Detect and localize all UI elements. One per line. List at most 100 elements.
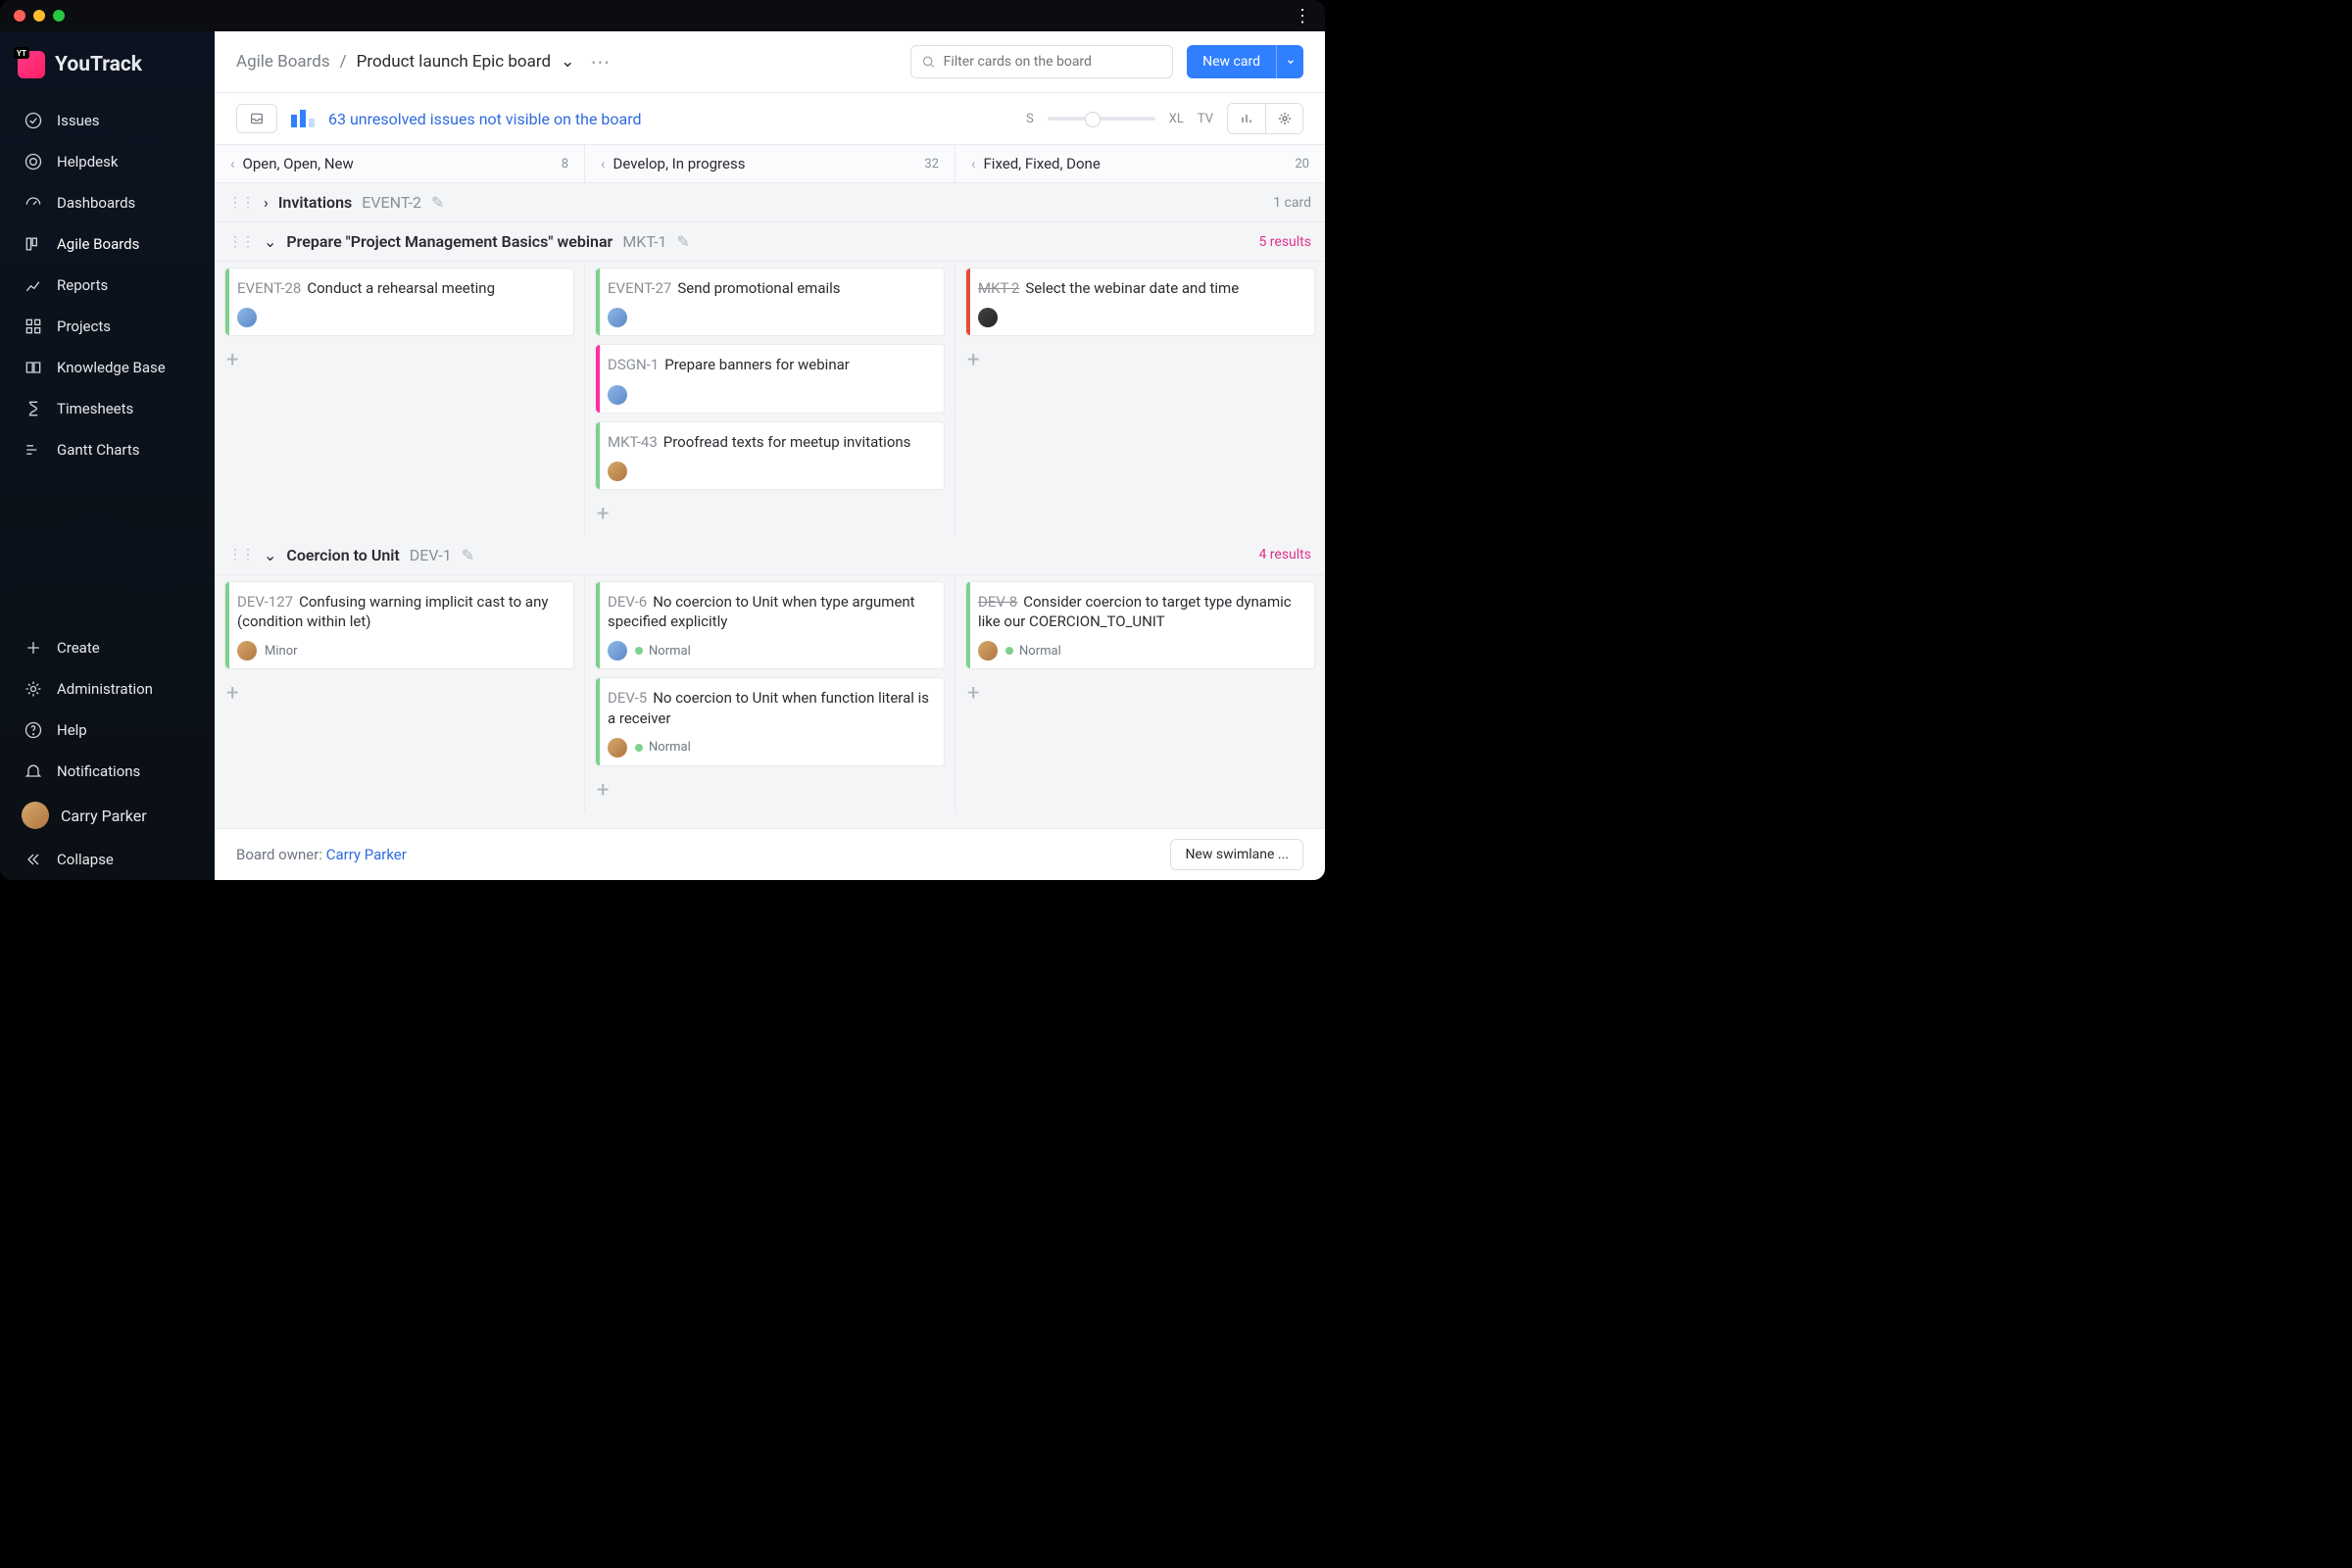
column-count: 20: [1295, 157, 1309, 172]
search-input[interactable]: [910, 45, 1173, 78]
drag-handle-icon[interactable]: ⋮⋮: [228, 547, 254, 563]
new-card-button[interactable]: New card: [1187, 45, 1276, 78]
sidebar-collapse[interactable]: Collapse: [0, 839, 215, 880]
chevron-icon[interactable]: ⌄: [264, 546, 276, 564]
breadcrumb-sep: /: [340, 52, 347, 72]
breadcrumb-root[interactable]: Agile Boards: [236, 52, 330, 72]
edit-icon[interactable]: ✎: [431, 193, 444, 212]
sidebar-item-label: Gantt Charts: [57, 441, 139, 459]
owner-label: Board owner:: [236, 846, 326, 863]
breadcrumb-current[interactable]: Product launch Epic board: [357, 52, 551, 72]
bell-icon: [24, 761, 43, 781]
swimlane-header[interactable]: ⋮⋮⌄Coercion to UnitDEV-1✎4 results: [215, 536, 1325, 575]
size-s-label: S: [1026, 112, 1034, 126]
owner-link[interactable]: Carry Parker: [326, 846, 407, 863]
column-label: Develop, In progress: [613, 155, 746, 172]
card-key: DEV-5: [608, 689, 647, 707]
sidebar-item-issues[interactable]: Issues: [0, 100, 215, 141]
sidebar-item-helpdesk[interactable]: Helpdesk: [0, 141, 215, 182]
chevron-down-icon: [1286, 57, 1296, 67]
more-menu-icon[interactable]: ⋮: [1294, 6, 1311, 26]
swimlane-key: EVENT-2: [362, 193, 421, 212]
sidebar-item-create[interactable]: Create: [0, 627, 215, 668]
column-header[interactable]: ‹Open, Open, New 8: [215, 145, 585, 182]
swimlane-header[interactable]: ⋮⋮ ⌄ Prepare "Project Management Basics" w…: [215, 222, 1325, 262]
sidebar-item-dashboards[interactable]: Dashboards: [0, 182, 215, 223]
card-size-slider[interactable]: [1048, 117, 1155, 121]
chevron-icon[interactable]: ›: [264, 193, 269, 212]
new-swimlane-button[interactable]: New swimlane ...: [1170, 839, 1303, 870]
priority-label: Normal: [635, 644, 691, 659]
unresolved-issues-link[interactable]: 63 unresolved issues not visible on the …: [328, 110, 642, 128]
card-title: DEV-6No coercion to Unit when type argum…: [608, 592, 932, 632]
swimlane-title: Prepare "Project Management Basics" webi…: [286, 232, 612, 251]
sidebar: YT YouTrack Issues Helpdesk Dashboards: [0, 31, 215, 880]
edit-icon[interactable]: ✎: [676, 232, 689, 251]
sidebar-item-label: Help: [57, 721, 87, 739]
column-header[interactable]: ‹Fixed, Fixed, Done 20: [956, 145, 1325, 182]
drag-handle-icon[interactable]: ⋮⋮: [228, 234, 254, 250]
add-card-button[interactable]: +: [965, 677, 1315, 710]
chevron-icon[interactable]: ⌄: [264, 232, 276, 251]
chart-view-button[interactable]: [1228, 104, 1265, 133]
card[interactable]: MKT-43Proofread texts for meetup invitat…: [595, 421, 945, 490]
card[interactable]: EVENT-28Conduct a rehearsal meeting: [224, 268, 574, 336]
minimize-window-icon[interactable]: [33, 10, 45, 22]
add-card-button[interactable]: +: [224, 677, 574, 710]
card[interactable]: DEV-6No coercion to Unit when type argum…: [595, 581, 945, 670]
swimlane-row: EVENT-28Conduct a rehearsal meeting + EVEN…: [215, 262, 1325, 536]
sidebar-item-label: Agile Boards: [57, 235, 139, 253]
app-logo[interactable]: YT YouTrack: [0, 45, 215, 100]
card[interactable]: EVENT-27Send promotional emails: [595, 268, 945, 336]
card[interactable]: MKT-2Select the webinar date and time: [965, 268, 1315, 336]
swimlane-row: DEV-127Confusing warning implicit cast t…: [215, 575, 1325, 812]
sidebar-item-help[interactable]: Help: [0, 710, 215, 751]
current-user[interactable]: Carry Parker: [0, 792, 215, 839]
swimlane-header[interactable]: ⋮⋮›InvitationsEVENT-2✎1 card: [215, 183, 1325, 222]
edit-icon[interactable]: ✎: [462, 546, 474, 564]
card[interactable]: DSGN-1Prepare banners for webinar: [595, 344, 945, 413]
new-card-caret[interactable]: [1276, 45, 1303, 78]
sidebar-item-timesheets[interactable]: Timesheets: [0, 388, 215, 429]
card[interactable]: DEV-127Confusing warning implicit cast t…: [224, 581, 574, 670]
add-card-button[interactable]: +: [595, 774, 945, 807]
search-field[interactable]: [944, 54, 1162, 70]
chart-bars-icon[interactable]: [291, 110, 315, 127]
sidebar-item-administration[interactable]: Administration: [0, 668, 215, 710]
card-title: DEV-127Confusing warning implicit cast t…: [237, 592, 562, 632]
card-title: DEV-5No coercion to Unit when function l…: [608, 688, 932, 728]
sidebar-item-agile-boards[interactable]: Agile Boards: [0, 223, 215, 265]
chevron-left-icon: ‹: [230, 155, 235, 172]
card[interactable]: DEV-5No coercion to Unit when function l…: [595, 677, 945, 766]
sidebar-item-label: Dashboards: [57, 194, 135, 212]
add-card-button[interactable]: +: [595, 498, 945, 530]
topbar: Agile Boards / Product launch Epic board…: [215, 31, 1325, 93]
card-title: DSGN-1Prepare banners for webinar: [608, 355, 932, 374]
board-settings-button[interactable]: [1265, 104, 1302, 133]
column-header[interactable]: ‹Develop, In progress 32: [585, 145, 956, 182]
board-cell: DEV-127Confusing warning implicit cast t…: [215, 575, 585, 812]
sidebar-item-notifications[interactable]: Notifications: [0, 751, 215, 792]
inbox-button[interactable]: [236, 104, 277, 133]
priority-label: Normal: [1005, 644, 1061, 659]
sidebar-item-knowledge-base[interactable]: Knowledge Base: [0, 347, 215, 388]
sidebar-item-reports[interactable]: Reports: [0, 265, 215, 306]
columns-header: ‹Open, Open, New 8 ‹Develop, In progress…: [215, 145, 1325, 183]
chevron-down-icon[interactable]: ⌄: [561, 52, 574, 72]
card[interactable]: DEV-8Consider coercion to target type dy…: [965, 581, 1315, 670]
maximize-window-icon[interactable]: [53, 10, 65, 22]
close-window-icon[interactable]: [14, 10, 25, 22]
add-card-button[interactable]: +: [965, 344, 1315, 376]
column-label: Open, Open, New: [243, 155, 354, 172]
drag-handle-icon[interactable]: ⋮⋮: [228, 195, 254, 211]
size-tv-label[interactable]: TV: [1198, 112, 1213, 126]
more-icon[interactable]: ⋯: [584, 50, 615, 74]
card-title: DEV-8Consider coercion to target type dy…: [978, 592, 1302, 632]
assignee-avatar: [237, 308, 257, 327]
sidebar-item-gantt[interactable]: Gantt Charts: [0, 429, 215, 470]
sidebar-item-projects[interactable]: Projects: [0, 306, 215, 347]
user-name: Carry Parker: [61, 807, 147, 825]
add-card-button[interactable]: +: [224, 344, 574, 376]
gauge-icon: [24, 193, 43, 213]
card-title: MKT-2Select the webinar date and time: [978, 278, 1302, 298]
